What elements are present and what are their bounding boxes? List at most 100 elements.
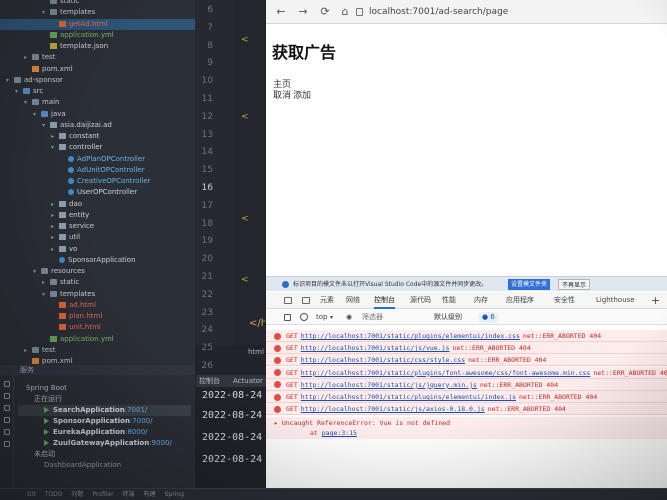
service-item[interactable]: SearchApplication:7001/ xyxy=(18,405,191,416)
service-item[interactable]: DashboardApplication xyxy=(18,460,191,471)
tree-item[interactable]: ▾ main xyxy=(0,97,195,108)
service-item[interactable]: EurekaApplication:8000/ xyxy=(18,427,191,438)
tree-item[interactable]: ▸ test xyxy=(0,345,195,356)
tree-item[interactable]: plan.html xyxy=(0,311,195,322)
statusbar-tool[interactable]: Spring xyxy=(165,491,184,498)
tree-item[interactable]: ▾ controller xyxy=(0,142,195,153)
devtools-tab[interactable]: 网络 xyxy=(346,292,360,309)
tree-item[interactable]: ▸ service xyxy=(0,221,195,232)
issues-badge[interactable]: ● 6 xyxy=(478,312,499,323)
reload-icon[interactable]: ⟳ xyxy=(318,5,332,19)
chevron-down-icon[interactable]: ▾ xyxy=(15,86,23,97)
request-url[interactable]: http://localhost:7001/static/plugins/fon… xyxy=(301,369,591,377)
chevron-right-icon[interactable]: ▸ xyxy=(51,210,59,221)
tree-item[interactable]: getAd.html xyxy=(0,18,195,30)
devtools-tab[interactable]: 元素 xyxy=(320,292,334,309)
devtools-tab[interactable]: 性能 xyxy=(442,292,456,309)
tree-item[interactable]: SponsorApplication xyxy=(0,255,195,266)
statusbar-tool[interactable]: Profiler xyxy=(92,491,113,498)
tree-item[interactable]: ▸ test xyxy=(0,52,195,63)
tree-item[interactable]: application.yml xyxy=(0,30,195,41)
cancel-link[interactable]: 取消 xyxy=(273,91,291,101)
inspect-icon[interactable] xyxy=(284,297,292,304)
devtools-tab[interactable]: 安全性 xyxy=(554,292,575,309)
statusbar-tool[interactable]: 构建 xyxy=(144,491,156,498)
tree-item[interactable]: ▸ entity xyxy=(0,210,195,221)
tree-item[interactable]: ▾ src xyxy=(0,86,195,97)
tree-item[interactable]: ▾ resources xyxy=(0,266,195,277)
group-icon[interactable] xyxy=(4,417,10,423)
tab-actuator[interactable]: Actuator xyxy=(233,377,263,385)
tree-item[interactable]: ▾ templates xyxy=(0,7,195,18)
tree-item[interactable]: static xyxy=(0,0,195,7)
tree-item[interactable]: ▸ constant xyxy=(0,131,195,142)
request-url[interactable]: http://localhost:7001/static/js/jquery.m… xyxy=(301,381,477,389)
service-port[interactable]: :7001/ xyxy=(125,406,148,414)
statusbar-tool[interactable]: TODO xyxy=(45,491,63,498)
tab-console[interactable]: 控制台 xyxy=(199,377,220,385)
tree-item[interactable]: UserOPController xyxy=(0,187,195,198)
service-item[interactable]: 正在运行 xyxy=(18,394,191,405)
chevron-down-icon[interactable]: ▾ xyxy=(24,97,32,108)
tree-item[interactable]: pom.xml xyxy=(0,64,195,75)
collapse-icon[interactable] xyxy=(4,405,10,411)
add-icon[interactable] xyxy=(4,441,10,447)
service-port[interactable]: :8000/ xyxy=(125,428,148,436)
service-item[interactable]: 未启动 xyxy=(18,449,191,460)
chevron-right-icon[interactable]: ▸ xyxy=(51,244,59,255)
source-link[interactable]: page:3:15 xyxy=(322,429,357,437)
log-level-select[interactable]: 默认级别 xyxy=(434,312,462,323)
devtools-tab[interactable]: Lighthouse xyxy=(596,292,635,309)
devtools-tab[interactable]: 内存 xyxy=(474,292,488,309)
eye-icon[interactable]: ◉ xyxy=(346,310,352,325)
chevron-down-icon[interactable]: ▾ xyxy=(42,7,50,18)
chevron-down-icon[interactable]: ▾ xyxy=(51,142,59,153)
console-filter-input[interactable]: 筛选器 xyxy=(362,312,422,323)
tree-item[interactable]: template.json xyxy=(0,41,195,52)
address-bar[interactable]: localhost:7001/ad-search/page xyxy=(356,4,656,20)
chevron-down-icon[interactable]: ▾ xyxy=(33,109,41,120)
service-item[interactable]: ZuulGatewayApplication:9000/ xyxy=(18,438,191,449)
tree-item[interactable]: ▾ asia.daijizai.ad xyxy=(0,120,195,131)
statusbar-tool[interactable]: 终端 xyxy=(123,491,135,498)
forward-icon[interactable]: → xyxy=(296,5,310,19)
service-port[interactable]: :7000/ xyxy=(130,417,153,425)
chevron-right-icon[interactable]: ▸ xyxy=(51,131,59,142)
uncaught-error-text[interactable]: ▸ Uncaught ReferenceError: Vue is not de… xyxy=(274,419,450,427)
chevron-right-icon[interactable]: ▸ xyxy=(51,221,59,232)
home-icon[interactable]: ⌂ xyxy=(338,5,352,19)
refresh-icon[interactable] xyxy=(4,381,10,387)
tree-item[interactable]: ad.html xyxy=(0,300,195,311)
tree-item[interactable]: ▾ templates xyxy=(0,289,195,300)
tree-item[interactable]: AdUnitOPController xyxy=(0,165,195,176)
service-port[interactable]: :9000/ xyxy=(149,439,172,447)
dont-show-button[interactable]: 不再显示 xyxy=(558,279,591,290)
chevron-down-icon[interactable]: ▾ xyxy=(33,266,41,277)
tree-item[interactable]: ▸ dao xyxy=(0,199,195,210)
service-item[interactable]: SponsorApplication:7000/ xyxy=(18,416,191,427)
tree-item[interactable]: application.yml xyxy=(0,334,195,345)
devtools-tab[interactable]: 源代码 xyxy=(410,292,431,309)
chevron-right-icon[interactable]: ▸ xyxy=(42,277,50,288)
chevron-right-icon[interactable]: ▸ xyxy=(51,232,59,243)
tree-item[interactable]: ▾ ad-sponsor xyxy=(0,75,195,86)
statusbar-tool[interactable]: Git xyxy=(27,491,36,498)
tree-item[interactable]: ▸ vo xyxy=(0,244,195,255)
request-url[interactable]: http://localhost:7001/static/css/style.c… xyxy=(301,356,465,364)
chevron-right-icon[interactable]: ▸ xyxy=(51,199,59,210)
filter-icon[interactable] xyxy=(4,429,10,435)
clear-console-icon[interactable] xyxy=(300,313,308,321)
chevron-down-icon[interactable]: ▾ xyxy=(6,75,14,86)
set-folder-button[interactable]: 设置模文件夹 xyxy=(508,279,551,290)
request-url[interactable]: http://localhost:7001/static/plugins/ele… xyxy=(301,332,520,340)
context-select[interactable]: top xyxy=(316,310,327,325)
chevron-down-icon[interactable]: ▾ xyxy=(42,289,50,300)
tree-item[interactable]: ▸ static xyxy=(0,277,195,288)
page-info-icon[interactable] xyxy=(356,7,363,16)
chevron-down-icon[interactable]: ▾ xyxy=(42,120,50,131)
devtools-tab[interactable]: 控制台 xyxy=(374,292,395,309)
request-url[interactable]: http://localhost:7001/static/js/axios-0.… xyxy=(301,405,485,413)
tree-item[interactable]: unit.html xyxy=(0,322,195,333)
service-item[interactable]: Spring Boot xyxy=(18,383,191,394)
tree-item[interactable]: CreativeOPController xyxy=(0,176,195,187)
